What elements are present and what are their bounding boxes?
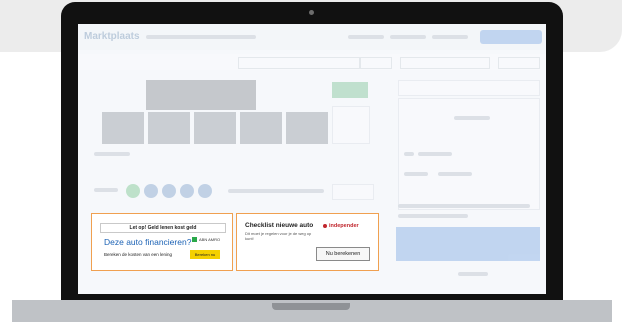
messenger-icon[interactable] xyxy=(144,184,158,198)
price-value xyxy=(418,152,452,156)
finance-ad-title[interactable]: Deze auto financieren? xyxy=(104,237,191,247)
finance-ad-subtitle: Bereken de kosten van een lening xyxy=(104,252,173,257)
photo-count xyxy=(94,152,130,156)
distance-select[interactable] xyxy=(400,57,490,69)
loan-warning: Let op! Geld lenen kost geld xyxy=(100,223,226,233)
brand-dot-icon xyxy=(323,223,327,228)
mail-icon[interactable] xyxy=(198,184,212,198)
map-label xyxy=(458,272,488,276)
share-label xyxy=(94,188,118,192)
calculate-button[interactable]: Bereken nu xyxy=(190,250,220,259)
calculate-now-button[interactable]: Nu berekenen xyxy=(316,247,370,261)
facebook-icon[interactable] xyxy=(162,184,176,198)
bid-label xyxy=(404,172,428,176)
price-title xyxy=(454,116,490,120)
checklist-ad-title[interactable]: Checklist nieuwe auto xyxy=(245,222,313,229)
share-text xyxy=(228,189,324,193)
checklist-ad[interactable]: Checklist nieuwe auto Dit moet je regele… xyxy=(236,213,379,271)
main-photo[interactable] xyxy=(146,80,256,110)
laptop-notch xyxy=(272,303,350,310)
bid-value xyxy=(438,172,472,176)
seller-link[interactable] xyxy=(398,204,530,208)
place-ad-button[interactable] xyxy=(480,30,542,44)
postcode-input[interactable] xyxy=(360,57,392,69)
bank-shield-icon xyxy=(192,237,197,243)
finance-ad[interactable]: Let op! Geld lenen kost geld Deze auto f… xyxy=(91,213,233,271)
seller-meta xyxy=(398,214,468,218)
bank-logo: ABN AMRO xyxy=(192,237,221,243)
whatsapp-icon[interactable] xyxy=(126,184,140,198)
contact-panel[interactable] xyxy=(396,227,540,261)
twitter-icon[interactable] xyxy=(180,184,194,198)
search-button[interactable] xyxy=(498,57,540,69)
nav-link[interactable] xyxy=(348,35,384,39)
thumbnail[interactable] xyxy=(148,112,190,144)
seller-box xyxy=(398,80,540,96)
report-button[interactable] xyxy=(332,184,374,200)
camera-dot xyxy=(309,10,314,15)
green-badge xyxy=(332,82,368,98)
brand-name: independer xyxy=(329,223,359,229)
nav-link[interactable] xyxy=(390,35,426,39)
save-box[interactable] xyxy=(332,106,370,144)
thumbnail[interactable] xyxy=(286,112,328,144)
checklist-ad-description: Dit moet je regelen voor je de weg op ku… xyxy=(245,231,312,241)
thumbnail[interactable] xyxy=(102,112,144,144)
site-logo[interactable]: Marktplaats xyxy=(84,31,140,42)
laptop-screen: Marktplaats Let op! Geld lenen kost geld… xyxy=(78,24,546,294)
price-label xyxy=(404,152,414,156)
thumbnail[interactable] xyxy=(194,112,236,144)
login-link[interactable] xyxy=(432,35,468,39)
category-select[interactable] xyxy=(238,57,360,69)
search-input[interactable] xyxy=(146,35,256,39)
independer-logo: independer xyxy=(323,223,359,229)
bank-name: ABN AMRO xyxy=(199,237,221,242)
thumbnail[interactable] xyxy=(240,112,282,144)
